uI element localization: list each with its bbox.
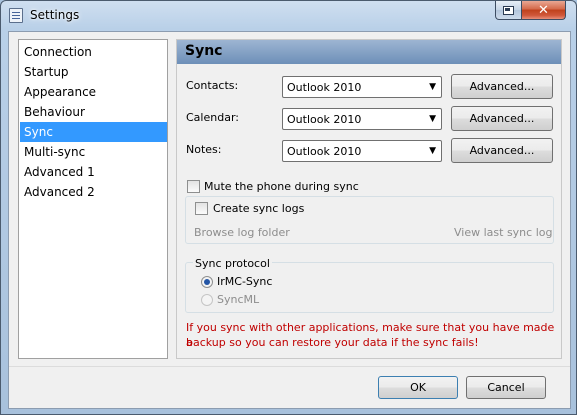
notes-label: Notes:: [186, 143, 222, 156]
nav-item-behaviour[interactable]: Behaviour: [20, 102, 167, 122]
notes-value: Outlook 2010: [287, 145, 362, 158]
notes-dropdown[interactable]: Outlook 2010 ▼: [282, 140, 442, 162]
chevron-down-icon: ▼: [429, 114, 436, 124]
cancel-button[interactable]: Cancel: [466, 376, 546, 399]
create-sync-logs-checkbox[interactable]: [195, 202, 208, 215]
nav-item-sync[interactable]: Sync: [20, 122, 167, 142]
nav-item-startup[interactable]: Startup: [20, 62, 167, 82]
syncml-radio[interactable]: [201, 294, 213, 306]
nav-item-multi-sync[interactable]: Multi-sync: [20, 142, 167, 162]
browse-log-folder-link[interactable]: Browse log folder: [194, 226, 290, 239]
create-sync-logs-label[interactable]: Create sync logs: [213, 202, 304, 215]
contacts-value: Outlook 2010: [287, 81, 362, 94]
mute-phone-checkbox[interactable]: [187, 180, 200, 193]
mute-phone-label[interactable]: Mute the phone during sync: [204, 180, 359, 193]
close-button[interactable]: ✕: [521, 1, 566, 20]
ok-button[interactable]: OK: [378, 376, 458, 399]
dialog-client-area: Connection Startup Appearance Behaviour …: [8, 31, 571, 409]
help-button[interactable]: [495, 1, 522, 20]
syncml-label[interactable]: SyncML: [217, 293, 259, 306]
view-last-sync-log-link[interactable]: View last sync log: [454, 226, 552, 239]
calendar-value: Outlook 2010: [287, 113, 362, 126]
contacts-dropdown[interactable]: Outlook 2010 ▼: [282, 76, 442, 98]
chevron-down-icon: ▼: [429, 146, 436, 156]
window-frame: Settings ✕ Connection Startup Appearance…: [0, 0, 577, 415]
calendar-label: Calendar:: [186, 111, 239, 124]
sync-protocol-title: Sync protocol: [193, 257, 272, 270]
help-window-icon: [503, 5, 514, 15]
footer-divider: [9, 366, 570, 367]
contacts-label: Contacts:: [186, 79, 239, 92]
sync-warning-line-2: backup so you can restore your data if t…: [186, 336, 479, 349]
panel-title: Sync: [185, 43, 223, 59]
title-bar[interactable]: Settings ✕: [1, 1, 577, 31]
nav-item-advanced-1[interactable]: Advanced 1: [20, 162, 167, 182]
irmc-sync-label[interactable]: IrMC-Sync: [217, 275, 272, 288]
settings-list-icon: [9, 8, 23, 23]
nav-item-connection[interactable]: Connection: [20, 42, 167, 62]
nav-item-appearance[interactable]: Appearance: [20, 82, 167, 102]
window-title: Settings: [30, 8, 80, 22]
calendar-dropdown[interactable]: Outlook 2010 ▼: [282, 108, 442, 130]
settings-category-list[interactable]: Connection Startup Appearance Behaviour …: [18, 39, 168, 359]
notes-advanced-button[interactable]: Advanced...: [451, 138, 553, 163]
panel-header: Sync: [177, 40, 561, 64]
sync-settings-panel: Sync Contacts: Outlook 2010 ▼ Advanced..…: [176, 39, 562, 359]
calendar-advanced-button[interactable]: Advanced...: [451, 106, 553, 131]
contacts-advanced-button[interactable]: Advanced...: [451, 74, 553, 99]
chevron-down-icon: ▼: [429, 82, 436, 92]
irmc-sync-radio[interactable]: [201, 276, 213, 288]
close-icon: ✕: [538, 2, 549, 18]
nav-item-advanced-2[interactable]: Advanced 2: [20, 182, 167, 202]
